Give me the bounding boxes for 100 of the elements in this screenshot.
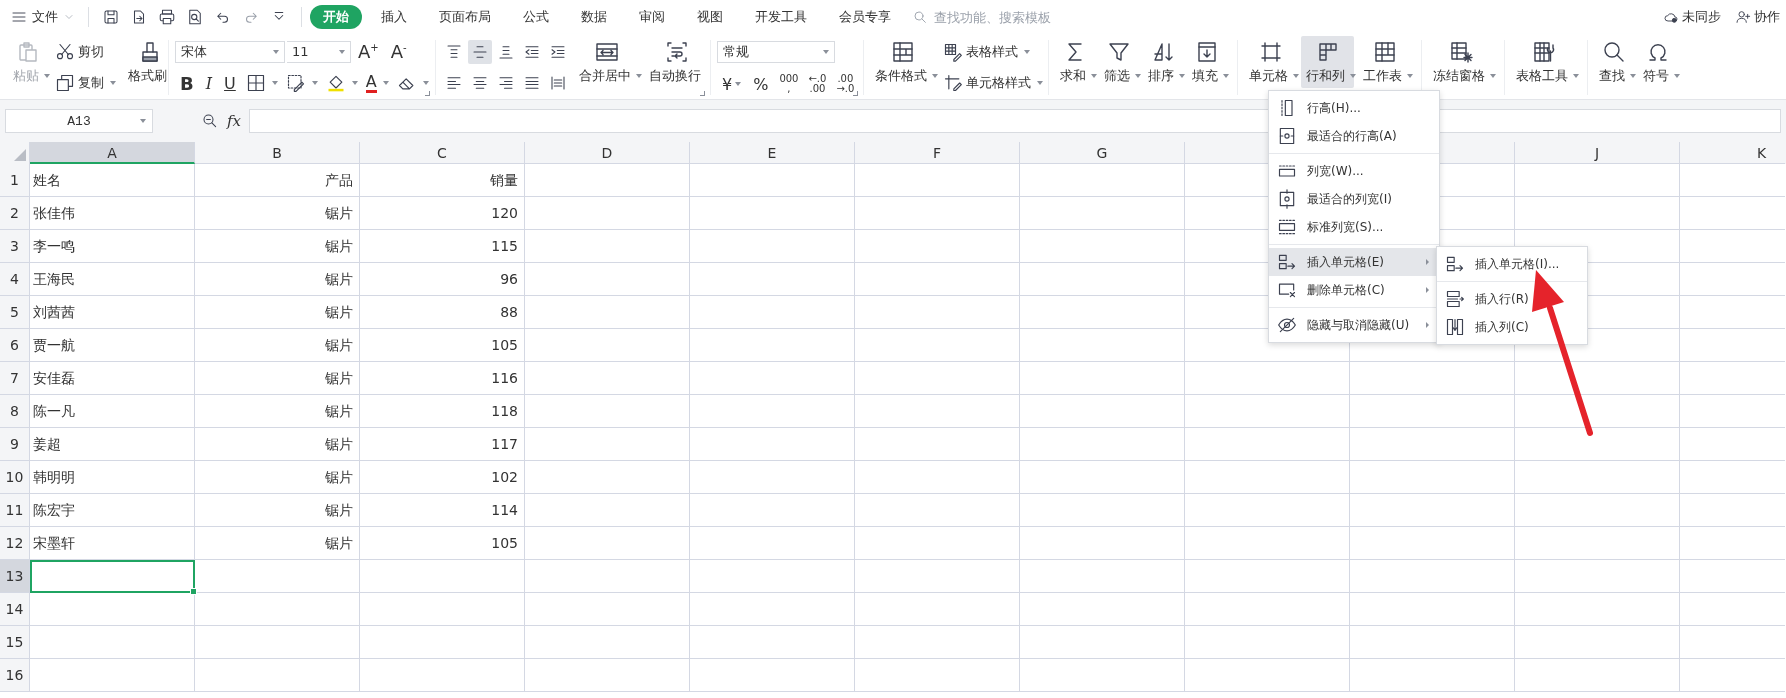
- sort-button[interactable]: 排序: [1143, 36, 1183, 88]
- print-icon[interactable]: [158, 8, 176, 26]
- empty-cell[interactable]: [525, 329, 690, 362]
- menu-item[interactable]: 插入单元格(I)...: [1437, 250, 1587, 278]
- empty-cell[interactable]: [525, 395, 690, 428]
- empty-cell[interactable]: [690, 362, 855, 395]
- empty-cell[interactable]: [1515, 164, 1680, 197]
- empty-cell[interactable]: [1020, 659, 1185, 692]
- empty-cell[interactable]: [690, 626, 855, 659]
- empty-cell[interactable]: [1185, 593, 1350, 626]
- empty-cell[interactable]: [690, 395, 855, 428]
- empty-cell[interactable]: [1020, 527, 1185, 560]
- row-header[interactable]: 2: [0, 197, 30, 230]
- row-header[interactable]: 7: [0, 362, 30, 395]
- save-icon[interactable]: [102, 8, 120, 26]
- empty-cell[interactable]: [195, 593, 360, 626]
- column-header[interactable]: G: [1020, 142, 1185, 164]
- empty-cell[interactable]: [1350, 395, 1515, 428]
- cut-button[interactable]: 剪切: [52, 39, 119, 64]
- sum-button[interactable]: 求和: [1055, 36, 1095, 88]
- empty-cell[interactable]: [1185, 428, 1350, 461]
- launcher-icon[interactable]: [425, 91, 430, 96]
- empty-cell[interactable]: [525, 560, 690, 593]
- cell-style-button[interactable]: 单元格样式: [940, 71, 1046, 96]
- empty-cell[interactable]: [1350, 362, 1515, 395]
- row-header[interactable]: 4: [0, 263, 30, 296]
- conditional-format-button[interactable]: 条件格式: [870, 36, 936, 88]
- menu-item[interactable]: 插入单元格(E): [1269, 248, 1439, 276]
- search-field[interactable]: 查找功能、搜索模板: [912, 8, 1082, 26]
- empty-cell[interactable]: [690, 461, 855, 494]
- row-header[interactable]: 11: [0, 494, 30, 527]
- empty-cell[interactable]: [855, 593, 1020, 626]
- empty-cell[interactable]: [1020, 329, 1185, 362]
- empty-cell[interactable]: [1185, 461, 1350, 494]
- row-header[interactable]: 1: [0, 164, 30, 197]
- empty-cell[interactable]: [855, 263, 1020, 296]
- font-name-dropdown[interactable]: 宋体: [175, 40, 285, 63]
- increase-font-button[interactable]: A$^{+}$: [353, 40, 384, 63]
- empty-cell[interactable]: [1515, 461, 1680, 494]
- empty-cell[interactable]: [1515, 395, 1680, 428]
- empty-cell[interactable]: [1350, 560, 1515, 593]
- empty-cell[interactable]: [1350, 494, 1515, 527]
- empty-cell[interactable]: [1185, 527, 1350, 560]
- empty-cell[interactable]: [855, 659, 1020, 692]
- row-header[interactable]: 16: [0, 659, 30, 692]
- empty-cell[interactable]: [525, 428, 690, 461]
- bold-button[interactable]: B: [175, 71, 199, 95]
- underline-button[interactable]: U: [219, 72, 241, 94]
- menu-tab[interactable]: 开发工具: [742, 5, 820, 29]
- increase-decimal-button[interactable]: ←.0 .00: [804, 74, 831, 94]
- empty-cell[interactable]: [1020, 230, 1185, 263]
- selected-cell[interactable]: [30, 560, 195, 593]
- menu-item[interactable]: 删除单元格(C): [1269, 276, 1439, 304]
- empty-cell[interactable]: [855, 164, 1020, 197]
- empty-cell[interactable]: [1515, 494, 1680, 527]
- empty-cell[interactable]: [690, 263, 855, 296]
- column-header[interactable]: E: [690, 142, 855, 164]
- empty-cell[interactable]: [525, 626, 690, 659]
- menu-tab[interactable]: 会员专享: [826, 5, 904, 29]
- empty-cell[interactable]: [690, 230, 855, 263]
- empty-cell[interactable]: [525, 164, 690, 197]
- empty-cell[interactable]: [1020, 428, 1185, 461]
- empty-cell[interactable]: [855, 527, 1020, 560]
- empty-cell[interactable]: [360, 593, 525, 626]
- worksheet-button[interactable]: 工作表: [1358, 36, 1411, 88]
- menu-item[interactable]: 列宽(W)...: [1269, 157, 1439, 185]
- empty-cell[interactable]: [1020, 560, 1185, 593]
- column-header[interactable]: F: [855, 142, 1020, 164]
- empty-cell[interactable]: [525, 527, 690, 560]
- empty-cell[interactable]: [690, 197, 855, 230]
- menu-tab[interactable]: 页面布局: [426, 5, 504, 29]
- empty-cell[interactable]: [360, 626, 525, 659]
- table-tools-button[interactable]: 表格工具: [1511, 36, 1577, 88]
- sync-status-button[interactable]: 未同步: [1663, 8, 1721, 26]
- empty-cell[interactable]: [1185, 395, 1350, 428]
- row-header[interactable]: 9: [0, 428, 30, 461]
- empty-cell[interactable]: [1350, 626, 1515, 659]
- empty-cell[interactable]: [1020, 263, 1185, 296]
- empty-cell[interactable]: [855, 296, 1020, 329]
- empty-cell[interactable]: [690, 527, 855, 560]
- currency-button[interactable]: ¥: [717, 73, 747, 95]
- empty-cell[interactable]: [525, 593, 690, 626]
- menu-tab[interactable]: 公式: [510, 5, 562, 29]
- filter-button[interactable]: 筛选: [1099, 36, 1139, 88]
- name-box[interactable]: A13: [5, 109, 153, 133]
- align-button[interactable]: [468, 39, 492, 64]
- percent-button[interactable]: %: [748, 73, 774, 95]
- menu-item[interactable]: 行高(H)...: [1269, 94, 1439, 122]
- copy-button[interactable]: 复制: [52, 71, 119, 96]
- empty-cell[interactable]: [195, 659, 360, 692]
- merge-center-button[interactable]: 合并居中: [574, 36, 640, 88]
- zoom-out-icon[interactable]: [201, 112, 219, 130]
- empty-cell[interactable]: [195, 560, 360, 593]
- empty-cell[interactable]: [1515, 197, 1680, 230]
- empty-cell[interactable]: [525, 494, 690, 527]
- empty-cell[interactable]: [525, 263, 690, 296]
- fill-button[interactable]: 填充: [1187, 36, 1227, 88]
- menu-tab[interactable]: 视图: [684, 5, 736, 29]
- menu-item[interactable]: 最适合的行高(A): [1269, 122, 1439, 150]
- thousands-separator-button[interactable]: 000 ,: [775, 74, 803, 94]
